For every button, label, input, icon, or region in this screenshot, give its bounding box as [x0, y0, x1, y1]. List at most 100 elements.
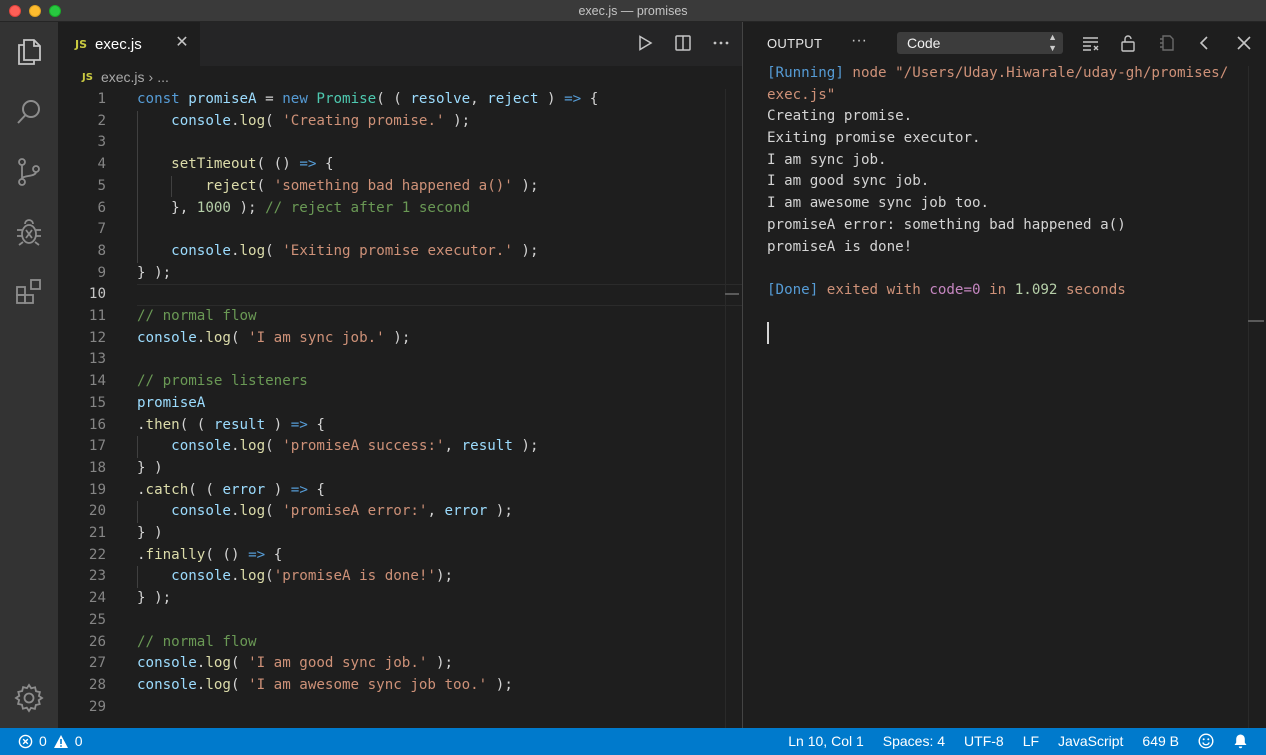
code-line[interactable]: 26 // normal flow	[58, 632, 728, 654]
problems-indicator[interactable]: 0 0	[18, 733, 83, 749]
code-line[interactable]: 28 console.log( 'I am awesome sync job to…	[58, 675, 728, 697]
editor-scrollbar[interactable]	[725, 89, 739, 728]
extensions-icon[interactable]	[11, 274, 47, 310]
indentation[interactable]: Spaces: 4	[883, 733, 945, 749]
line-content: // normal flow	[137, 633, 257, 650]
panel-title[interactable]: OUTPUT	[767, 36, 822, 51]
code-line[interactable]: 27 console.log( 'I am good sync job.' );	[58, 653, 728, 675]
code-line[interactable]: 24} );	[58, 588, 728, 610]
code-line[interactable]: 12 console.log( 'I am sync job.' );	[58, 328, 728, 350]
output-line: [Done] exited with code=0 in 1.092 secon…	[767, 281, 1126, 298]
code-line[interactable]: 23 console.log('promiseA is done!');	[58, 566, 728, 588]
code-line[interactable]: 5 reject( 'something bad happened a()' )…	[58, 176, 728, 198]
output-scrollbar[interactable]	[1248, 66, 1262, 728]
line-number: 2	[97, 112, 106, 129]
close-panel-icon[interactable]	[1234, 33, 1254, 53]
file-size[interactable]: 649 B	[1142, 733, 1179, 749]
code-line[interactable]: 17 console.log( 'promiseA success:', res…	[58, 436, 728, 458]
text-cursor	[767, 322, 769, 344]
code-line[interactable]: 18} )	[58, 458, 728, 480]
code-line[interactable]: 29	[58, 697, 728, 719]
line-number: 22	[88, 546, 106, 563]
bell-icon[interactable]	[1233, 733, 1248, 749]
line-number: 17	[88, 438, 106, 455]
tab-exec-js[interactable]: JS exec.js ✕	[58, 22, 200, 66]
search-icon[interactable]	[11, 94, 47, 130]
code-line[interactable]: 4 setTimeout( () => {	[58, 154, 728, 176]
encoding[interactable]: UTF-8	[964, 733, 1004, 749]
line-content: // normal flow	[137, 308, 257, 324]
status-bar-right: Ln 10, Col 1 Spaces: 4 UTF-8 LF JavaScri…	[788, 733, 1248, 749]
open-log-icon[interactable]	[1157, 33, 1177, 53]
code-line[interactable]: 10	[58, 284, 728, 306]
output-text[interactable]: [Running] node "/Users/Uday.Hiwarale/uda…	[767, 63, 1247, 302]
code-line[interactable]: 15 promiseA	[58, 393, 728, 415]
code-line[interactable]: 11 // normal flow	[58, 306, 728, 328]
line-content: console.log( 'Exiting promise executor.'…	[171, 242, 539, 259]
overview-ruler-cursor	[725, 293, 739, 295]
code-line[interactable]: 9} );	[58, 263, 728, 285]
code-line[interactable]: 20 console.log( 'promiseA error:', error…	[58, 501, 728, 523]
output-channel-select[interactable]: Code ▲ ▼	[897, 32, 1063, 54]
output-line: [Running] node "/Users/Uday.Hiwarale/uda…	[767, 65, 1229, 81]
line-number: 24	[88, 590, 106, 607]
source-control-icon[interactable]	[11, 154, 47, 190]
code-line[interactable]: 8 console.log( 'Exiting promise executor…	[58, 241, 728, 263]
close-tab-icon[interactable]: ✕	[174, 35, 190, 51]
code-line[interactable]: 25	[58, 610, 728, 632]
line-content: console.log( 'I am good sync job.' );	[137, 655, 454, 672]
line-content: } )	[137, 459, 163, 476]
line-content: } )	[137, 525, 163, 541]
code-line[interactable]: 21} )	[58, 523, 728, 545]
line-content: }, 1000 ); // reject after 1 second	[137, 199, 471, 216]
code-editor[interactable]: 1 const promiseA = new Promise( ( resolve…	[58, 89, 742, 728]
vscode-window: exec.js — promises JS exec.js ✕ JS exec.…	[0, 0, 1266, 755]
run-icon[interactable]	[634, 32, 656, 54]
title-bar: exec.js — promises	[0, 0, 1266, 22]
debug-icon[interactable]	[11, 214, 47, 250]
line-number: 7	[97, 221, 106, 238]
javascript-file-icon: JS	[82, 71, 93, 83]
code-line[interactable]: 6 }, 1000 ); // reject after 1 second	[58, 198, 728, 220]
clear-output-icon[interactable]	[1081, 33, 1101, 53]
code-line[interactable]: 3	[58, 132, 728, 154]
lock-scroll-icon[interactable]	[1118, 33, 1138, 53]
code-line[interactable]: 2 console.log( 'Creating promise.' );	[58, 111, 728, 133]
output-line: I am good sync job.	[767, 173, 930, 190]
code-line[interactable]: 13	[58, 349, 728, 371]
indent-guide	[137, 501, 138, 523]
line-number: 13	[88, 351, 106, 368]
line-number: 29	[88, 698, 106, 715]
code-line[interactable]: 1 const promiseA = new Promise( ( resolve…	[58, 89, 728, 111]
end-of-line[interactable]: LF	[1023, 733, 1039, 749]
code-line[interactable]: 14 // promise listeners	[58, 371, 728, 393]
breadcrumb-file[interactable]: exec.js	[101, 69, 145, 85]
code-line[interactable]: 16 .then( ( result ) => {	[58, 415, 728, 437]
line-content: // promise listeners	[137, 373, 308, 390]
split-editor-icon[interactable]	[672, 32, 694, 54]
code-line[interactable]: 7	[58, 219, 728, 241]
more-actions-icon[interactable]	[710, 32, 732, 54]
language-mode[interactable]: JavaScript	[1058, 733, 1123, 749]
breadcrumb: JS exec.js › ...	[58, 66, 742, 88]
output-line: Creating promise.	[767, 108, 913, 125]
line-content: .catch( ( error ) => {	[137, 481, 325, 498]
tab-label: exec.js	[95, 35, 142, 53]
cursor-position[interactable]: Ln 10, Col 1	[788, 733, 864, 749]
line-content: promiseA	[137, 394, 206, 411]
code-line[interactable]: 19 .catch( ( error ) => {	[58, 480, 728, 502]
more-icon[interactable]: ···	[851, 32, 867, 50]
feedback-smiley-icon[interactable]	[1198, 733, 1214, 749]
settings-gear-icon[interactable]	[11, 680, 47, 716]
line-number: 11	[88, 308, 106, 324]
error-icon	[18, 734, 33, 748]
breadcrumb-symbols[interactable]: ...	[157, 69, 169, 85]
error-count: 0	[39, 733, 47, 749]
line-number: 19	[88, 481, 106, 498]
code-line[interactable]: 22 .finally( () => {	[58, 545, 728, 567]
editor-group: JS exec.js ✕ JS exec.js › ... 1 const pr…	[58, 22, 742, 728]
line-content: .finally( () => {	[137, 546, 283, 563]
chevron-left-icon[interactable]	[1195, 33, 1215, 53]
files-icon[interactable]	[11, 34, 47, 70]
line-content: console.log( 'I am awesome sync job too.…	[137, 676, 513, 693]
